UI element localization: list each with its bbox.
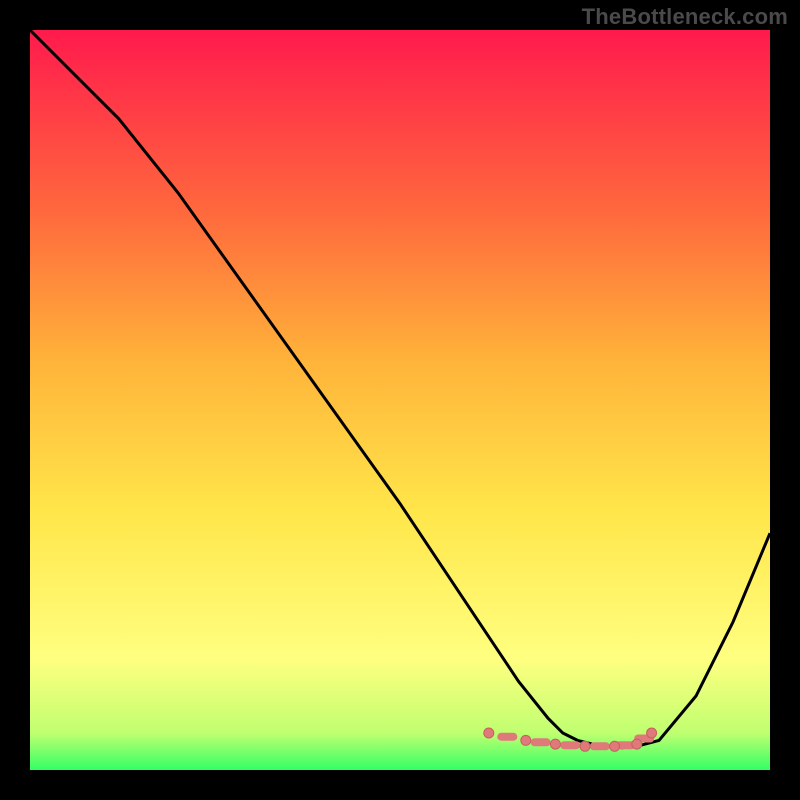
- bottleneck-curve: [30, 30, 770, 748]
- highlight-dot: [610, 741, 620, 751]
- highlight-dot: [632, 739, 642, 749]
- highlight-dot: [521, 735, 531, 745]
- chart-frame: TheBottleneck.com: [0, 0, 800, 800]
- curve-layer: [30, 30, 770, 770]
- plot-area: [30, 30, 770, 770]
- highlight-markers: [484, 728, 657, 751]
- highlight-dot: [647, 728, 657, 738]
- watermark-text: TheBottleneck.com: [582, 4, 788, 30]
- highlight-dot: [550, 739, 560, 749]
- highlight-dot: [484, 728, 494, 738]
- highlight-dot: [580, 741, 590, 751]
